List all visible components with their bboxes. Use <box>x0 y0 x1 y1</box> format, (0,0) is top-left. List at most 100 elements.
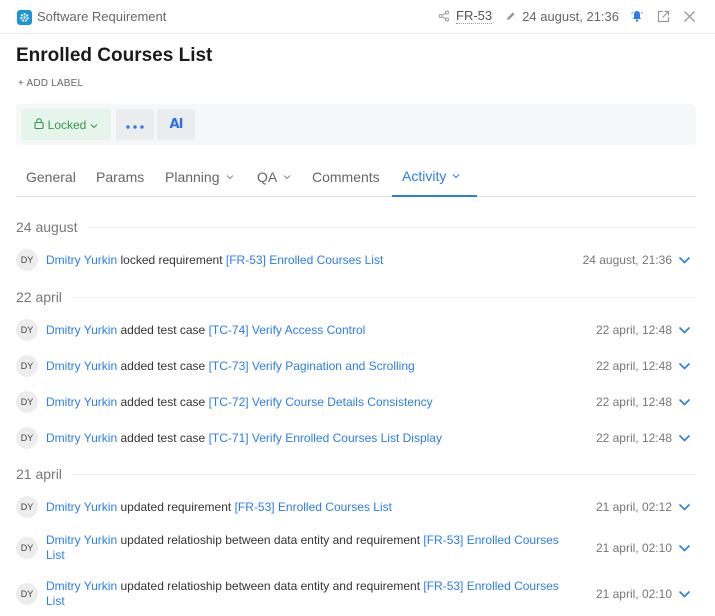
locked-label: Locked <box>47 117 87 132</box>
add-label-button[interactable]: + ADD LABEL <box>18 78 83 89</box>
expand-chevron-icon[interactable] <box>678 543 691 553</box>
date-group-label: 21 april <box>16 466 62 482</box>
expand-chevron-icon[interactable] <box>678 502 691 512</box>
date-group-header: 21 april <box>16 466 696 482</box>
expand-chevron-icon[interactable] <box>678 589 691 599</box>
tab-bar: General Params Planning QA Comments Acti… <box>16 156 696 197</box>
tab-label: General <box>26 168 76 185</box>
timestamp: 21 april, 02:10 <box>595 587 672 601</box>
divider <box>87 226 696 228</box>
timestamp: 21 april, 02:10 <box>595 541 672 555</box>
chevron-down-icon <box>452 173 460 178</box>
expand-chevron-icon[interactable] <box>678 361 691 371</box>
timestamp: 22 april, 12:48 <box>595 431 672 445</box>
tab-label: Activity <box>402 167 447 184</box>
tab-label: QA <box>257 168 278 185</box>
activity-row: DY Dmitry Yurkin updated requirement [FR… <box>16 496 696 518</box>
date-group-header: 24 august <box>16 219 696 235</box>
activity-row: DY Dmitry Yurkin added test case [TC-72]… <box>16 391 696 413</box>
item-link[interactable]: [TC-71] Verify Enrolled Courses List Dis… <box>209 431 442 445</box>
app-title: Software Requirement <box>37 9 167 24</box>
action-text: locked requirement <box>120 252 223 267</box>
pencil-icon <box>502 8 518 24</box>
tab-activity[interactable]: Activity <box>392 156 477 197</box>
timestamp: 22 april, 12:48 <box>595 359 672 373</box>
tab-params[interactable]: Params <box>96 156 144 197</box>
tab-label: Comments <box>312 168 380 185</box>
divider <box>71 473 696 475</box>
avatar: DY <box>16 249 38 271</box>
user-link[interactable]: Dmitry Yurkin <box>46 359 117 373</box>
activity-row: DY Dmitry Yurkin added test case [TC-74]… <box>16 319 696 341</box>
user-link[interactable]: Dmitry Yurkin <box>46 323 117 337</box>
avatar: DY <box>16 427 38 449</box>
close-icon[interactable] <box>681 8 697 24</box>
divider <box>71 296 696 298</box>
external-link-icon[interactable] <box>655 8 671 24</box>
item-link[interactable]: [TC-74] Verify Access Control <box>209 323 366 337</box>
activity-row: DY Dmitry Yurkin locked requirement [FR-… <box>16 249 696 271</box>
gear-icon <box>17 10 32 25</box>
avatar: DY <box>16 391 38 413</box>
more-actions-button[interactable] <box>116 109 154 140</box>
tab-qa[interactable]: QA <box>257 156 291 197</box>
chevron-down-icon <box>283 174 291 179</box>
bell-icon[interactable] <box>629 8 645 24</box>
date-group-label: 22 april <box>16 289 62 305</box>
timestamp: 21 april, 02:12 <box>595 500 672 514</box>
activity-row: DY Dmitry Yurkin added test case [TC-71]… <box>16 427 696 449</box>
tab-general[interactable]: General <box>26 156 76 197</box>
action-text: updated relatioship between data entity … <box>120 533 421 547</box>
header-meta: FR-53 24 august, 21:36 <box>436 8 697 24</box>
user-link[interactable]: Dmitry Yurkin <box>46 395 117 409</box>
tab-label: Params <box>96 168 145 185</box>
action-text: updated requirement <box>120 499 232 514</box>
timestamp: 22 april, 12:48 <box>595 323 672 337</box>
chevron-down-icon <box>90 118 98 132</box>
lock-icon <box>34 117 44 132</box>
user-link[interactable]: Dmitry Yurkin <box>46 500 117 514</box>
expand-chevron-icon[interactable] <box>678 397 691 407</box>
timestamp: 22 april, 12:48 <box>595 395 672 409</box>
item-link[interactable]: [FR-53] Enrolled Courses List <box>235 500 392 514</box>
user-link[interactable]: Dmitry Yurkin <box>46 431 117 445</box>
tab-label: Planning <box>165 168 220 185</box>
user-link[interactable]: Dmitry Yurkin <box>46 579 117 593</box>
modified-date: 24 august, 21:36 <box>522 8 619 24</box>
expand-chevron-icon[interactable] <box>678 255 691 265</box>
avatar: DY <box>16 355 38 377</box>
user-link[interactable]: Dmitry Yurkin <box>46 533 117 547</box>
date-group-header: 22 april <box>16 289 696 305</box>
action-text: added test case <box>120 322 206 337</box>
activity-row: DY Dmitry Yurkin added test case [TC-73]… <box>16 355 696 377</box>
more-dots-icon <box>126 116 144 134</box>
timestamp: 24 august, 21:36 <box>582 253 672 267</box>
tab-comments[interactable]: Comments <box>312 156 380 197</box>
action-toolbar: Locked AI <box>16 104 696 145</box>
avatar: DY <box>16 537 38 559</box>
expand-chevron-icon[interactable] <box>678 433 691 443</box>
item-link[interactable]: [TC-73] Verify Pagination and Scrolling <box>209 359 415 373</box>
item-link[interactable]: [TC-72] Verify Course Details Consistenc… <box>209 395 433 409</box>
avatar: DY <box>16 496 38 518</box>
action-text: updated relatioship between data entity … <box>120 579 421 593</box>
activity-row: DY Dmitry Yurkin updated relatioship bet… <box>16 533 696 563</box>
expand-chevron-icon[interactable] <box>678 325 691 335</box>
chevron-down-icon <box>226 174 233 179</box>
item-link[interactable]: [FR-53] Enrolled Courses List <box>226 253 383 267</box>
avatar: DY <box>16 583 38 605</box>
requirement-id-link[interactable]: FR-53 <box>456 8 493 24</box>
action-text: added test case <box>120 430 206 445</box>
ai-button[interactable]: AI <box>157 109 195 140</box>
avatar: DY <box>16 319 38 341</box>
tab-planning[interactable]: Planning <box>165 156 234 197</box>
date-group-label: 24 august <box>16 219 78 235</box>
user-link[interactable]: Dmitry Yurkin <box>46 253 117 267</box>
action-text: added test case <box>120 394 206 409</box>
activity-row: DY Dmitry Yurkin updated relatioship bet… <box>16 579 696 609</box>
action-text: added test case <box>120 358 206 373</box>
page-title: Enrolled Courses List <box>16 45 213 66</box>
top-bar: Software Requirement FR-53 24 august, 21… <box>0 0 715 34</box>
share-icon <box>436 8 452 24</box>
locked-status-button[interactable]: Locked <box>21 109 111 140</box>
